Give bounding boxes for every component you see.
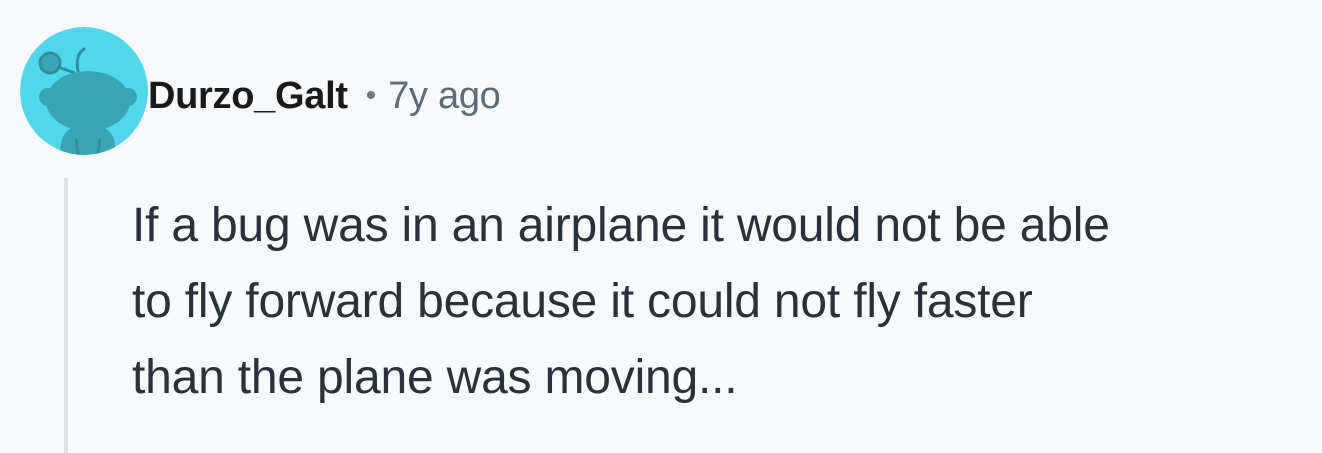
comment-text-line: to fly forward because it could not fly … [132, 275, 1033, 328]
thread-collapse-line[interactable] [64, 178, 68, 453]
comment-timestamp: 7y ago [388, 74, 501, 117]
meta-separator: • [365, 79, 377, 112]
comment-text-line: than the plane was moving... [132, 351, 738, 404]
snoo-avatar-icon [20, 27, 148, 155]
comment-meta: Durzo_Galt • 7y ago [148, 70, 501, 122]
comment-body: If a bug was in an airplane it would not… [132, 188, 1307, 416]
author-username[interactable]: Durzo_Galt [148, 75, 348, 118]
user-avatar[interactable] [20, 27, 148, 155]
comment-text-line: If a bug was in an airplane it would not… [132, 199, 1110, 252]
